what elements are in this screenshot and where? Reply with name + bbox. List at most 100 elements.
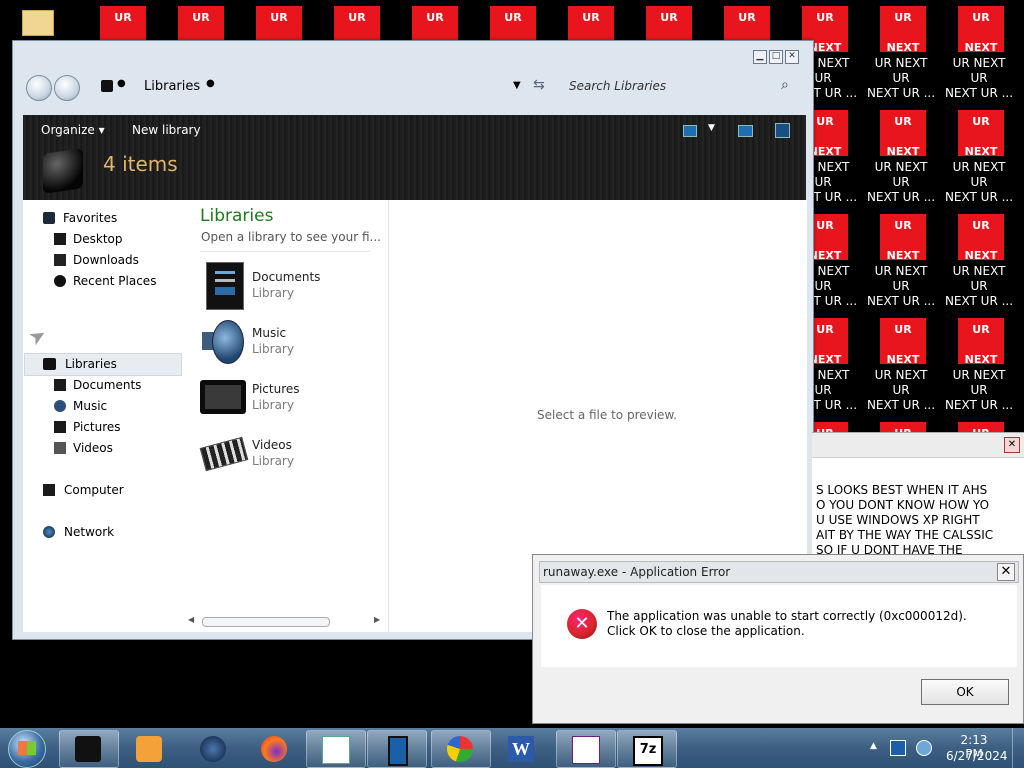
shortcut-label: UR NEXT URNEXT UR ... <box>866 56 936 100</box>
show-desktop-button[interactable] <box>1012 728 1024 768</box>
message-window[interactable]: ✕ S LOOKS BEST WHEN IT AHS O YOU DONT KN… <box>812 432 1024 557</box>
breadcrumb-chevron-icon[interactable]: ● <box>206 78 215 89</box>
taskbar: W 7z ▲ 2:13 PM 6/27/2024 <box>0 728 1024 768</box>
taskbar-button-explorer[interactable] <box>59 730 119 768</box>
message-line: S LOOKS BEST WHEN IT AHS <box>816 483 988 497</box>
nav-item-recent-places[interactable]: Recent Places <box>54 271 156 292</box>
nav-label: Downloads <box>73 253 139 267</box>
error-dialog-close-button[interactable]: ✕ <box>997 563 1015 581</box>
shortcut-label: UR NEXT URNEXT UR ... <box>866 160 936 204</box>
library-type: Library <box>252 398 294 412</box>
library-type: Library <box>252 286 294 300</box>
address-bar[interactable]: ● Libraries ● ▼ ⇆ <box>95 75 560 99</box>
library-item-music[interactable]: Music Library <box>200 318 380 368</box>
minimize-button[interactable]: ▁ <box>753 50 767 64</box>
library-item-pictures[interactable]: Pictures Library <box>200 374 380 424</box>
shortcut-label: UR NEXT URNEXT UR ... <box>866 264 936 308</box>
nav-item-pictures[interactable]: Pictures <box>54 417 121 438</box>
shortcut-icon-text-bottom: NEXT <box>964 41 998 54</box>
error-dialog-titlebar[interactable]: runaway.exe - Application Error ✕ <box>539 561 1019 583</box>
nav-item-favorites[interactable]: Favorites <box>43 208 117 229</box>
view-options-icon[interactable] <box>683 125 697 137</box>
shortcut-label: UR NEXT URNEXT UR ... <box>944 368 1014 412</box>
refresh-icon[interactable]: ⇆ <box>533 77 545 93</box>
navigation-pane: Favorites Desktop Downloads Recent Place… <box>23 200 186 632</box>
shortcut-icon-text-bottom: NEXT <box>964 249 998 262</box>
show-hidden-icons-arrow-icon[interactable]: ▲ <box>870 741 877 751</box>
shortcut-icon: UR NEXT <box>880 110 926 158</box>
tray-icon-network[interactable] <box>916 740 932 756</box>
shortcut-icon: UR NEXT <box>880 6 926 54</box>
view-dropdown-icon[interactable]: ▼ <box>708 123 715 133</box>
folder-icon[interactable] <box>22 10 54 36</box>
taskbar-button-visual-studio[interactable] <box>556 730 616 768</box>
shortcut-icon-text-top: UR <box>972 323 990 336</box>
nav-label: Desktop <box>73 232 123 246</box>
taskbar-button-phone[interactable] <box>367 730 427 768</box>
taskbar-button-media-player[interactable] <box>120 730 180 768</box>
explorer-window[interactable]: ▁ □ ✕ ● Libraries ● ▼ ⇆ Search Libraries… <box>12 40 814 640</box>
back-button[interactable] <box>26 75 52 101</box>
search-icon[interactable]: ⌕ <box>781 77 789 93</box>
forward-button[interactable] <box>54 75 80 101</box>
dropdown-arrow-icon[interactable]: ▼ <box>513 80 521 91</box>
taskbar-button-globe[interactable] <box>184 730 244 768</box>
ok-button[interactable]: OK <box>921 679 1009 705</box>
taskbar-button-firefox[interactable] <box>245 730 305 768</box>
scroll-thumb[interactable] <box>202 617 330 627</box>
shortcut-icon-text-top: UR <box>894 323 912 336</box>
start-button[interactable] <box>8 730 46 768</box>
shortcut-icon-text-bottom: NEXT <box>886 41 920 54</box>
shortcut-icon-text-top: UR <box>192 11 210 24</box>
message-window-titlebar[interactable] <box>812 433 1024 458</box>
preview-pane-icon[interactable] <box>738 125 753 137</box>
shortcut-icon-text-top: UR <box>816 11 834 24</box>
videos-icon <box>54 442 66 454</box>
nav-item-computer[interactable]: Computer <box>43 480 124 501</box>
tray-icon-explorer[interactable] <box>890 740 906 756</box>
libraries-large-icon <box>43 148 83 194</box>
documents-icon <box>54 379 66 391</box>
maximize-button[interactable]: □ <box>769 50 783 64</box>
nav-item-documents[interactable]: Documents <box>54 375 141 396</box>
taskbar-button-notepad[interactable] <box>306 730 366 768</box>
chart-icon <box>447 736 473 762</box>
taskbar-button-7zip[interactable]: 7z <box>617 730 677 768</box>
pictures-icon <box>200 380 246 414</box>
error-dialog[interactable]: runaway.exe - Application Error ✕ ✕ The … <box>532 554 1024 724</box>
item-count: 4 items <box>103 152 178 176</box>
message-window-close-button[interactable]: ✕ <box>1004 437 1020 453</box>
network-icon <box>43 526 55 538</box>
scroll-right-arrow-icon[interactable]: ▶ <box>374 615 380 624</box>
nav-item-music[interactable]: Music <box>54 396 107 417</box>
horizontal-scrollbar[interactable]: ◀ ▶ <box>188 614 382 628</box>
nav-label: Network <box>64 525 115 539</box>
nav-item-downloads[interactable]: Downloads <box>54 250 139 271</box>
nav-item-network[interactable]: Network <box>43 522 114 543</box>
organize-button[interactable]: Organize ▾ <box>41 123 105 137</box>
new-library-button[interactable]: New library <box>132 123 201 137</box>
pictures-icon <box>54 421 66 433</box>
scroll-left-arrow-icon[interactable]: ◀ <box>188 615 194 624</box>
taskbar-button-word[interactable]: W <box>492 730 552 768</box>
library-name: Music <box>252 326 287 340</box>
help-icon[interactable] <box>775 123 790 138</box>
nav-item-libraries[interactable]: Libraries <box>24 353 182 376</box>
nav-label: Pictures <box>73 420 121 434</box>
taskbar-button-chart[interactable] <box>431 730 491 768</box>
address-location[interactable]: Libraries <box>144 79 200 94</box>
close-button[interactable]: ✕ <box>785 50 799 64</box>
command-toolbar: Organize ▾ New library ▼ 4 items <box>23 115 806 200</box>
clock-date[interactable]: 6/27/2024 <box>946 749 1008 763</box>
shortcut-icon-text-top: UR <box>972 11 990 24</box>
search-box[interactable]: Search Libraries ⌕ <box>561 75 801 99</box>
search-input[interactable]: Search Libraries <box>569 79 666 93</box>
explorer-icon <box>75 736 101 762</box>
breadcrumb-chevron-icon[interactable]: ● <box>117 78 126 89</box>
nav-item-videos[interactable]: Videos <box>54 438 113 459</box>
library-item-documents[interactable]: Documents Library <box>200 262 380 312</box>
shortcut-icon-text-top: UR <box>894 219 912 232</box>
music-icon <box>54 400 66 412</box>
nav-item-desktop[interactable]: Desktop <box>54 229 123 250</box>
library-item-videos[interactable]: Videos Library <box>199 430 380 480</box>
